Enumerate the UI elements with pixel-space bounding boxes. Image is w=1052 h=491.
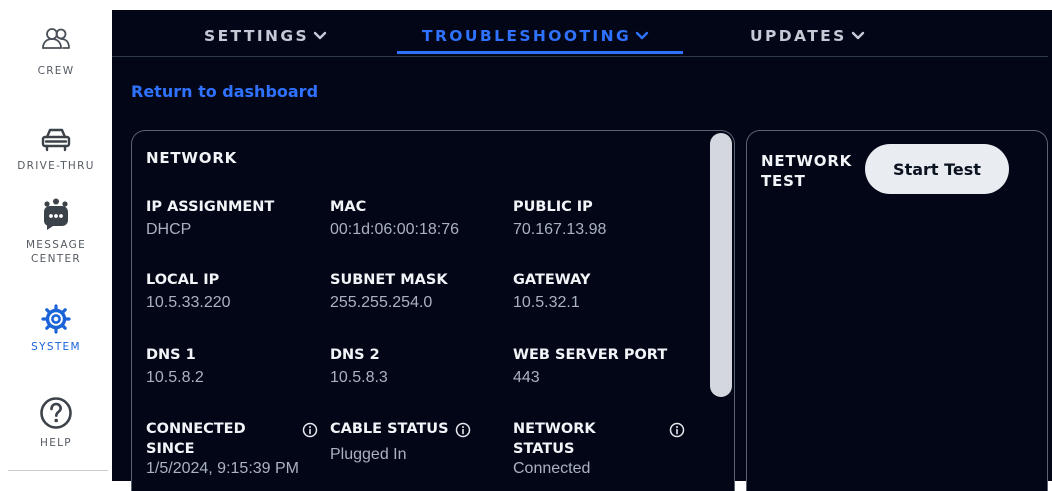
- field-label: MAC: [330, 199, 367, 215]
- field-label: PUBLIC IP: [513, 199, 593, 215]
- sidebar-item-label: SYSTEM: [31, 341, 81, 353]
- sidebar-item-message-center[interactable]: MESSAGE CENTER: [0, 198, 112, 266]
- field-label: SUBNET MASK: [330, 272, 448, 288]
- field-value: 10.5.8.2: [146, 369, 204, 386]
- sidebar-item-label: CREW: [37, 65, 75, 77]
- field-label: LOCAL IP: [146, 272, 220, 288]
- field-value: 70.167.13.98: [513, 221, 607, 238]
- gear-icon: [41, 304, 71, 334]
- sidebar-nav: CREW DRIVE-THRU MESSAGE CENTER SYSTEM HE…: [0, 0, 112, 481]
- return-to-dashboard-link[interactable]: Return to dashboard: [131, 82, 318, 101]
- chevron-down-icon: [851, 31, 864, 40]
- field-network-status: NETWORK STATUS Connected: [513, 419, 685, 479]
- sidebar-divider: [8, 470, 108, 471]
- crew-icon: [42, 28, 70, 49]
- field-value: 1/5/2024, 9:15:39 PM: [146, 460, 299, 477]
- network-test-card: NETWORK TEST Start Test: [746, 130, 1048, 491]
- network-test-title: NETWORK TEST: [761, 152, 853, 190]
- tab-settings[interactable]: SETTINGS: [204, 27, 327, 45]
- field-value: 443: [513, 369, 540, 386]
- field-connected-since: CONNECTED SINCE 1/5/2024, 9:15:39 PM: [146, 419, 318, 479]
- field-label: IP ASSIGNMENT: [146, 199, 275, 215]
- field-value: 00:1d:06:00:18:76: [330, 221, 460, 238]
- chevron-down-icon: [635, 31, 649, 40]
- tab-label: TROUBLESHOOTING: [422, 27, 632, 45]
- info-icon[interactable]: [669, 422, 685, 438]
- field-local-ip: LOCAL IP 10.5.33.220: [146, 270, 316, 313]
- sidebar-item-drive-thru[interactable]: DRIVE-THRU: [0, 127, 112, 173]
- tab-label: UPDATES: [750, 27, 847, 45]
- field-label: CABLE STATUS: [330, 421, 449, 437]
- sidebar-item-label: HELP: [40, 437, 72, 449]
- tab-updates[interactable]: UPDATES: [750, 27, 865, 45]
- field-value: Plugged In: [330, 446, 407, 463]
- message-center-icon: [44, 198, 68, 230]
- field-label: CONNECTED SINCE: [146, 421, 246, 457]
- field-label: DNS 2: [330, 347, 380, 363]
- info-icon[interactable]: [455, 422, 471, 438]
- field-value: 255.255.254.0: [330, 294, 433, 311]
- field-value: 10.5.8.3: [330, 369, 388, 386]
- field-ip-assignment: IP ASSIGNMENT DHCP: [146, 197, 316, 240]
- sidebar-item-system[interactable]: SYSTEM: [0, 304, 112, 354]
- field-subnet-mask: SUBNET MASK 255.255.254.0: [330, 270, 500, 313]
- tab-label: SETTINGS: [204, 27, 310, 45]
- field-label: GATEWAY: [513, 272, 591, 288]
- field-dns-2: DNS 2 10.5.8.3: [330, 345, 500, 388]
- network-card-title: NETWORK: [146, 149, 238, 167]
- field-cable-status: CABLE STATUS Plugged In: [330, 419, 480, 465]
- info-icon[interactable]: [302, 422, 318, 438]
- field-label: DNS 1: [146, 347, 196, 363]
- field-value: 10.5.33.220: [146, 294, 231, 311]
- field-label: WEB SERVER PORT: [513, 347, 668, 363]
- tab-bar: SETTINGS TROUBLESHOOTING UPDATES: [112, 10, 1048, 57]
- field-label: NETWORK STATUS: [513, 421, 596, 457]
- sidebar-item-label: DRIVE-THRU: [17, 160, 95, 172]
- field-value: 10.5.32.1: [513, 294, 580, 311]
- help-icon: [40, 397, 72, 429]
- network-card: NETWORK IP ASSIGNMENT DHCP MAC 00:1d:06:…: [131, 130, 735, 491]
- field-dns-1: DNS 1 10.5.8.2: [146, 345, 316, 388]
- chevron-down-icon: [313, 31, 327, 40]
- field-mac: MAC 00:1d:06:00:18:76: [330, 197, 500, 240]
- field-web-server-port: WEB SERVER PORT 443: [513, 345, 703, 388]
- tab-troubleshooting[interactable]: TROUBLESHOOTING: [422, 27, 649, 45]
- field-value: Connected: [513, 460, 591, 477]
- sidebar-item-help[interactable]: HELP: [0, 396, 112, 450]
- active-tab-indicator: [397, 51, 683, 54]
- main-panel: SETTINGS TROUBLESHOOTING UPDATES Return …: [112, 10, 1052, 491]
- car-icon: [41, 128, 71, 152]
- field-public-ip: PUBLIC IP 70.167.13.98: [513, 197, 683, 240]
- field-gateway: GATEWAY 10.5.32.1: [513, 270, 683, 313]
- field-value: DHCP: [146, 221, 192, 238]
- scrollbar-thumb[interactable]: [710, 133, 732, 397]
- sidebar-item-label: MESSAGE CENTER: [25, 239, 87, 265]
- sidebar-item-crew[interactable]: CREW: [0, 26, 112, 78]
- start-test-button[interactable]: Start Test: [865, 144, 1009, 194]
